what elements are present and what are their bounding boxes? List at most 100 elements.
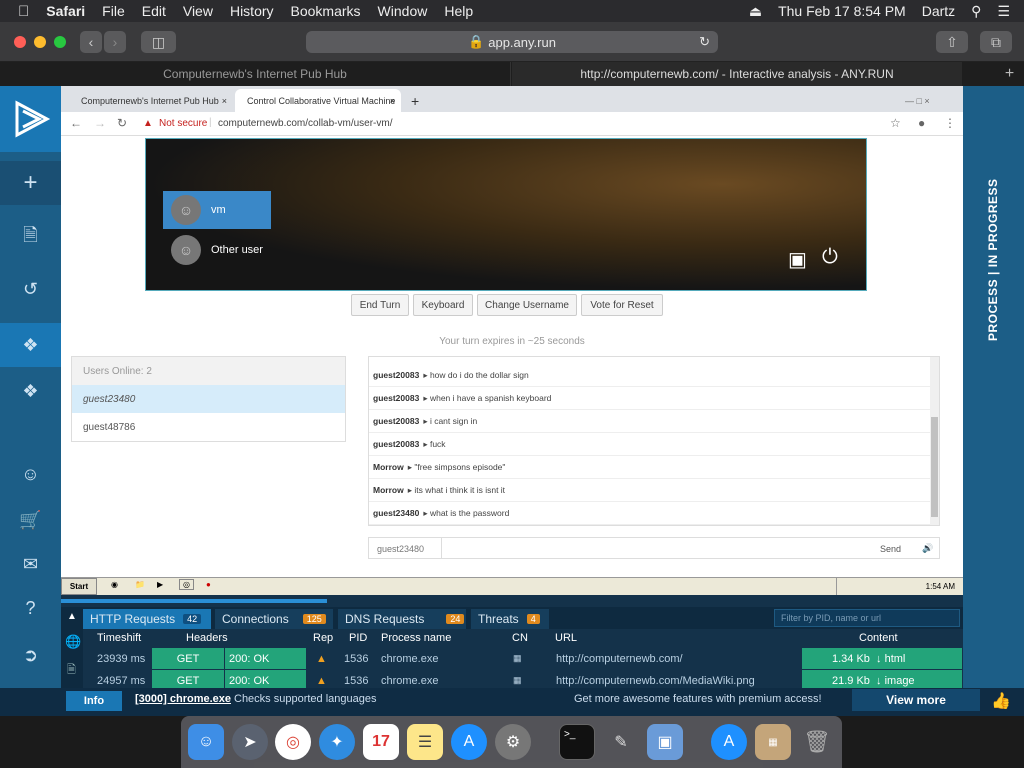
not-secure-label[interactable]: Not secure <box>159 118 207 129</box>
vm-screen[interactable]: Computernewb's Internet Pub Hub × Contro… <box>61 86 963 595</box>
menu-window[interactable]: Window <box>378 3 428 19</box>
chat-log[interactable]: guest20083 ▸ how do i do the dollar sign … <box>368 356 940 526</box>
vm-chrome-new-tab-icon[interactable]: + <box>407 89 429 112</box>
col-url[interactable]: URL <box>555 632 577 644</box>
menu-file[interactable]: File <box>102 3 125 19</box>
media-icon[interactable]: ▶ <box>157 580 163 589</box>
user-list-item[interactable]: guest48786 <box>72 413 345 441</box>
app-store-icon[interactable]: A <box>451 724 487 760</box>
chat-scroll-thumb[interactable] <box>931 417 938 517</box>
preview-icon[interactable]: ▣ <box>647 724 683 760</box>
app-store-download-icon[interactable]: A <box>711 724 747 760</box>
tab-connections[interactable]: Connections 125 <box>215 609 333 629</box>
reports-icon[interactable]: 🗎 <box>0 216 61 260</box>
mail-icon[interactable]: ✉ <box>0 542 61 586</box>
menu-view[interactable]: View <box>183 3 213 19</box>
windows-icon[interactable]: ❖ <box>0 369 61 413</box>
login-user-other[interactable]: ☺ Other user <box>163 231 271 269</box>
col-pid[interactable]: PID <box>349 632 367 644</box>
vm-chrome-tab-collab-vm[interactable]: Control Collaborative Virtual Machine × <box>235 89 401 112</box>
process-tag[interactable]: [3000] chrome.exe <box>135 693 231 705</box>
menu-bookmarks[interactable]: Bookmarks <box>291 3 361 19</box>
thumbs-up-icon[interactable]: 👍 <box>991 691 1011 711</box>
control-center-icon[interactable]: ☰ <box>997 3 1010 20</box>
script-editor-icon[interactable]: ✎ <box>603 724 639 760</box>
anyrun-logo[interactable] <box>0 86 61 152</box>
reload-icon[interactable]: ↻ <box>699 34 710 50</box>
view-more-button[interactable]: View more <box>852 689 980 711</box>
safari-address-bar[interactable]: 🔒 app.any.run ↻ <box>306 31 718 53</box>
col-headers[interactable]: Headers <box>186 632 228 644</box>
launchpad-icon[interactable]: ➤ <box>232 724 268 760</box>
power-icon[interactable]: ⏻ <box>822 246 838 269</box>
menu-history[interactable]: History <box>230 3 274 19</box>
spotlight-search-icon[interactable]: ⚲ <box>971 3 981 20</box>
minimize-window-button[interactable] <box>34 36 46 48</box>
trash-icon[interactable]: 🗑 <box>799 724 835 760</box>
share-icon[interactable]: ⇧ <box>936 31 968 53</box>
vm-chrome-window-controls[interactable]: — □ × <box>893 89 959 112</box>
history-icon[interactable]: ↺ <box>0 267 61 311</box>
chrome-menu-icon[interactable]: ⋮ <box>944 116 956 130</box>
opera-icon[interactable]: ● <box>206 580 211 589</box>
network-icon[interactable]: ▣ <box>788 247 807 272</box>
vm-desktop-display[interactable]: ☺ vm ☺ Other user ▣ ⏻ <box>145 138 867 291</box>
close-window-button[interactable] <box>14 36 26 48</box>
user-list-item[interactable]: guest23480 <box>72 385 345 413</box>
menubar-user[interactable]: Dartz <box>922 3 955 19</box>
send-button[interactable]: Send <box>880 544 901 554</box>
end-turn-button[interactable]: End Turn <box>351 294 409 316</box>
vote-reset-button[interactable]: Vote for Reset <box>581 294 663 316</box>
folder-icon[interactable]: 📁 <box>135 580 145 589</box>
speaker-icon[interactable]: 🔊 <box>922 543 933 554</box>
cart-icon[interactable]: 🛒 <box>0 498 61 542</box>
finder-icon[interactable]: ☺ <box>188 724 224 760</box>
collapse-arrow-icon[interactable]: ▲ <box>67 611 77 622</box>
chrome-dock-icon[interactable]: ◎ <box>275 724 311 760</box>
menu-help[interactable]: Help <box>444 3 473 19</box>
windows-task-icon[interactable]: ❖ <box>0 323 61 367</box>
terminal-icon[interactable]: >_ <box>559 724 595 760</box>
vm-chrome-tab-pub-hub[interactable]: Computernewb's Internet Pub Hub × <box>69 89 233 112</box>
info-button[interactable]: Info <box>66 691 122 711</box>
system-preferences-icon[interactable]: ⚙ <box>495 724 531 760</box>
new-task-icon[interactable]: + <box>0 161 61 205</box>
menubar-clock[interactable]: Thu Feb 17 8:54 PM <box>778 3 906 19</box>
close-icon[interactable]: × <box>390 96 395 106</box>
col-content[interactable]: Content <box>859 632 898 644</box>
chat-message-input[interactable] <box>441 538 871 558</box>
ie-icon[interactable]: ◉ <box>111 580 118 589</box>
safari-tab-anyrun[interactable]: http://computernewb.com/ - Interactive a… <box>512 62 962 86</box>
table-row[interactable]: 23939 ms GET 200: OK ▲ 1536 chrome.exe ▦… <box>61 648 963 669</box>
col-cn[interactable]: CN <box>512 632 528 644</box>
account-icon[interactable]: ● <box>918 116 925 130</box>
table-row[interactable]: 24957 ms GET 200: OK ▲ 1536 chrome.exe ▦… <box>61 670 963 688</box>
back-button[interactable]: ‹ <box>80 31 102 53</box>
photos-stack-icon[interactable]: ▦ <box>755 724 791 760</box>
chrome-taskbar-icon[interactable]: ◎ <box>179 579 194 590</box>
vm-forward-icon[interactable]: → <box>94 116 106 130</box>
notes-icon[interactable]: ☰ <box>407 724 443 760</box>
tab-dns-requests[interactable]: DNS Requests 24 <box>338 609 466 629</box>
zoom-window-button[interactable] <box>54 36 66 48</box>
col-process-name[interactable]: Process name <box>381 632 451 644</box>
tab-overview-icon[interactable]: ⧉ <box>980 31 1012 53</box>
calendar-icon[interactable]: 17 <box>363 724 399 760</box>
help-icon[interactable]: ? <box>0 586 61 630</box>
menu-edit[interactable]: Edit <box>142 3 166 19</box>
apple-icon[interactable]:  <box>18 3 29 20</box>
tab-http-requests[interactable]: HTTP Requests 42 <box>83 609 211 629</box>
change-username-button[interactable]: Change Username <box>477 294 577 316</box>
forward-button[interactable]: › <box>104 31 126 53</box>
close-icon[interactable]: × <box>222 96 227 106</box>
bookmark-star-icon[interactable]: ☆ <box>890 116 901 130</box>
col-timeshift[interactable]: Timeshift <box>97 632 141 644</box>
col-rep[interactable]: Rep <box>313 632 333 644</box>
tab-threats[interactable]: Threats 4 <box>471 609 549 629</box>
safari-dock-icon[interactable]: ✦ <box>319 724 355 760</box>
network-filter-input[interactable]: Filter by PID, name or url <box>774 609 960 627</box>
chat-scrollbar[interactable] <box>930 357 939 525</box>
login-user-vm[interactable]: ☺ vm <box>163 191 271 229</box>
profile-icon[interactable]: ☺ <box>0 452 61 496</box>
logout-icon[interactable]: ➲ <box>0 633 61 677</box>
